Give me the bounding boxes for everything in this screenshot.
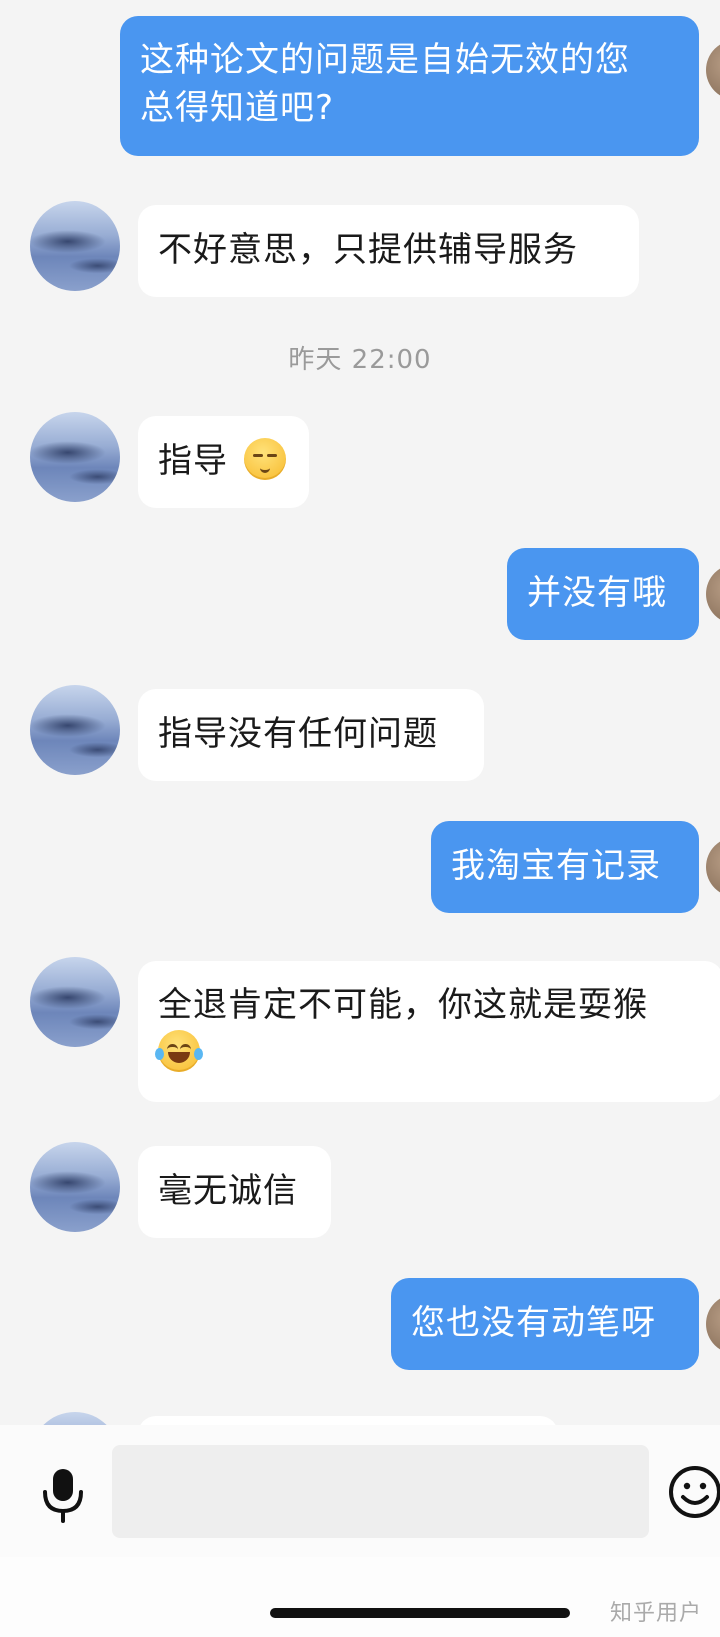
bottom-safe-area: 知乎用户: [0, 1557, 720, 1637]
message-bubble-incoming[interactable]: 毫无诚信: [138, 1146, 331, 1238]
message-text: 指导: [158, 441, 228, 481]
message-bubble-outgoing[interactable]: 这种论文的问题是自始无效的您 总得知道吧?: [120, 16, 699, 156]
relieved-face-emoji: [243, 438, 286, 480]
message-bubble-outgoing[interactable]: 并没有哦: [507, 548, 699, 640]
message-bubble-outgoing[interactable]: 您也没有动笔呀: [391, 1278, 699, 1370]
message-bubble-outgoing[interactable]: 我淘宝有记录: [431, 821, 699, 913]
message-text: 您也没有动笔呀: [411, 1303, 656, 1343]
contact-avatar[interactable]: [30, 957, 120, 1047]
message-bubble-incoming[interactable]: 指导: [138, 416, 309, 508]
message-text: 并没有哦: [527, 573, 667, 613]
chat-area[interactable]: 这种论文的问题是自始无效的您 总得知道吧? 不好意思，只提供辅导服务 昨天 22…: [0, 0, 720, 1425]
message-input-bar: [0, 1425, 720, 1557]
my-avatar[interactable]: [706, 40, 720, 100]
message-input-field[interactable]: [112, 1445, 649, 1538]
home-indicator[interactable]: [270, 1608, 570, 1618]
contact-avatar[interactable]: [30, 1142, 120, 1232]
my-avatar[interactable]: [706, 564, 720, 624]
smiley-icon[interactable]: [666, 1465, 720, 1519]
message-bubble-incoming[interactable]: 指导没有任何问题: [138, 689, 484, 781]
contact-avatar[interactable]: [30, 412, 120, 502]
message-text: 不好意思，只提供辅导服务: [158, 230, 578, 270]
my-avatar[interactable]: [706, 1294, 720, 1354]
contact-avatar[interactable]: [30, 1412, 120, 1425]
contact-avatar[interactable]: [30, 685, 120, 775]
message-bubble-incoming[interactable]: [138, 1416, 558, 1425]
message-text-line: 全退肯定不可能，你这就是耍猴: [158, 985, 648, 1025]
microphone-icon[interactable]: [38, 1465, 88, 1525]
message-text-line: 这种论文的问题是自始无效的您: [140, 40, 630, 80]
contact-avatar[interactable]: [30, 201, 120, 291]
tears-of-joy-emoji: [155, 1030, 203, 1072]
message-timestamp: 昨天 22:00: [288, 345, 432, 375]
message-text: 我淘宝有记录: [451, 846, 661, 886]
message-text: 指导没有任何问题: [158, 714, 438, 754]
message-text: 毫无诚信: [158, 1171, 298, 1211]
message-bubble-incoming[interactable]: 全退肯定不可能，你这就是耍猴: [138, 961, 720, 1102]
message-text-line: 总得知道吧?: [140, 88, 335, 128]
my-avatar[interactable]: [706, 837, 720, 897]
message-bubble-incoming[interactable]: 不好意思，只提供辅导服务: [138, 205, 639, 297]
watermark: 知乎用户: [609, 1601, 702, 1626]
